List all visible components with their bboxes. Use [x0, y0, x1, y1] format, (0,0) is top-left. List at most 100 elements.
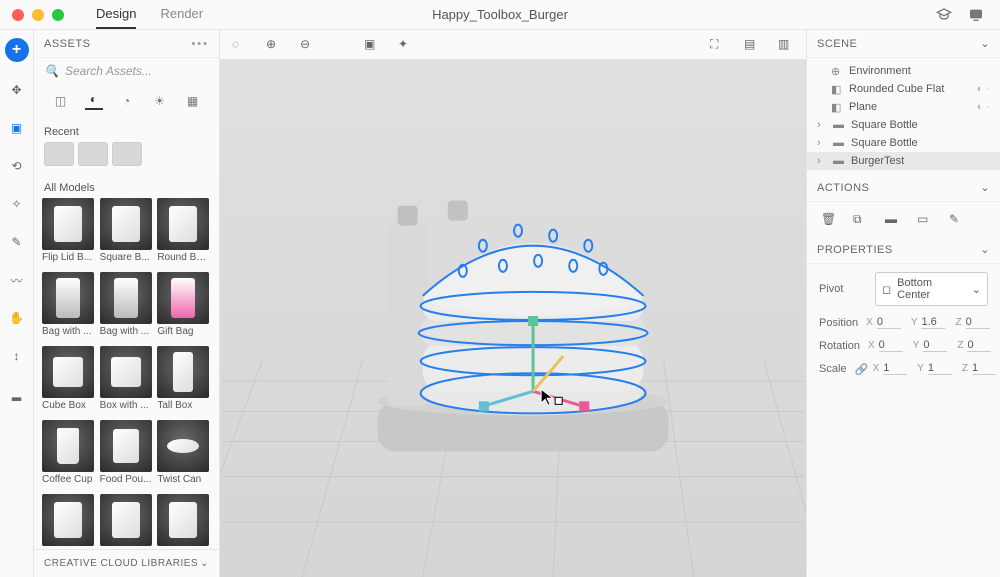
- globe-icon: ⊕: [831, 65, 843, 77]
- cube-icon: ◧: [831, 101, 843, 113]
- model-item[interactable]: Bag with ...: [100, 272, 154, 340]
- add-button[interactable]: +: [5, 38, 29, 62]
- hand-tool[interactable]: ✋: [7, 308, 27, 328]
- item-visibility-icon[interactable]: ◐ ·: [977, 101, 990, 113]
- viewport-toolbar: ◌ ⊕ ⊖ ▣ ✦ ⛶ ▤ ▥: [220, 30, 806, 60]
- remove-selection-icon[interactable]: ⊖: [300, 37, 316, 53]
- pivot-label: Pivot: [819, 283, 867, 295]
- assets-more-button[interactable]: •••: [191, 38, 209, 50]
- model-item[interactable]: Flip Lid B...: [42, 198, 96, 266]
- scene-item-square-bottle[interactable]: ›▬Square Bottle: [807, 116, 1000, 134]
- close-window-button[interactable]: [12, 9, 24, 21]
- learn-icon[interactable]: [936, 7, 952, 23]
- chevron-down-icon[interactable]: ⌄: [980, 37, 990, 50]
- effects-icon[interactable]: ✦: [398, 37, 414, 53]
- pivot-icon: ◻: [882, 283, 891, 296]
- camera-bookmark-icon[interactable]: ▤: [744, 37, 760, 53]
- scene-item-burgertest[interactable]: ›▬BurgerTest: [807, 152, 1000, 170]
- fullscreen-icon[interactable]: ⛶: [710, 37, 726, 53]
- scene-item-environment[interactable]: ⊕Environment: [807, 62, 1000, 80]
- document-title: Happy_Toolbox_Burger: [432, 7, 568, 22]
- lasso-tool[interactable]: 〰: [7, 270, 27, 290]
- model-item[interactable]: Twist Can: [157, 420, 211, 488]
- recent-thumb[interactable]: [112, 142, 142, 166]
- rotation-y-input[interactable]: 0: [923, 339, 947, 352]
- folder-icon: ▬: [833, 155, 845, 167]
- delete-icon[interactable]: 🗑: [821, 212, 835, 226]
- duplicate-icon[interactable]: ⧉: [853, 212, 867, 226]
- category-lights-icon[interactable]: ◔: [118, 92, 136, 110]
- model-item[interactable]: Tall Box: [157, 346, 211, 414]
- chevron-right-icon[interactable]: ›: [817, 137, 827, 149]
- render-settings-icon[interactable]: ▥: [778, 37, 794, 53]
- scene-item-square-bottle[interactable]: ›▬Square Bottle: [807, 134, 1000, 152]
- feedback-icon[interactable]: [968, 7, 984, 23]
- category-environments-icon[interactable]: ☀: [151, 92, 169, 110]
- assets-panel: ASSETS ••• 🔍 Search Assets... ◫ ◐ ◔ ☀ ▦ …: [34, 30, 220, 577]
- marquee-select-icon[interactable]: ◌: [232, 37, 248, 53]
- group-icon[interactable]: ▬: [885, 212, 899, 226]
- maximize-window-button[interactable]: [52, 9, 64, 21]
- pivot-select[interactable]: ◻ Bottom Center ⌄: [875, 272, 988, 306]
- model-item[interactable]: Square B...: [100, 198, 154, 266]
- add-selection-icon[interactable]: ⊕: [266, 37, 282, 53]
- chevron-right-icon[interactable]: ›: [817, 155, 827, 167]
- model-item[interactable]: Gift Bag: [157, 272, 211, 340]
- sample-icon[interactable]: ✎: [949, 212, 963, 226]
- scale-x-input[interactable]: 1: [883, 362, 907, 375]
- tab-render[interactable]: Render: [160, 0, 203, 29]
- eyedropper-tool[interactable]: ✎: [7, 232, 27, 252]
- right-panel: SCENE ⌄ ⊕Environment ◧Rounded Cube Flat◐…: [806, 30, 1000, 577]
- folder-icon: ▬: [833, 137, 845, 149]
- link-scale-icon[interactable]: 🔗: [855, 363, 865, 375]
- model-item[interactable]: Coffee Cup: [42, 420, 96, 488]
- scene-item-plane[interactable]: ◧Plane◐ ·: [807, 98, 1000, 116]
- magic-wand-tool[interactable]: ✧: [7, 194, 27, 214]
- position-z-input[interactable]: 0: [966, 316, 990, 329]
- assets-header-label: ASSETS: [44, 38, 90, 50]
- model-item[interactable]: Box with ...: [100, 346, 154, 414]
- chevron-down-icon[interactable]: ⌄: [980, 181, 990, 194]
- category-models-icon[interactable]: ◫: [52, 92, 70, 110]
- rotation-x-input[interactable]: 0: [879, 339, 903, 352]
- ground-tool[interactable]: ▂: [7, 384, 27, 404]
- recent-thumb[interactable]: [78, 142, 108, 166]
- scene-item-rounded-cube[interactable]: ◧Rounded Cube Flat◐ ·: [807, 80, 1000, 98]
- mode-tabs: Design Render: [96, 0, 203, 29]
- position-y-input[interactable]: 1.6: [921, 316, 945, 329]
- tab-design[interactable]: Design: [96, 0, 136, 29]
- assets-search[interactable]: 🔍 Search Assets...: [34, 58, 219, 84]
- cube-icon: ◧: [831, 83, 843, 95]
- chevron-down-icon[interactable]: ⌄: [980, 243, 990, 256]
- scale-z-input[interactable]: 1: [972, 362, 996, 375]
- 3d-viewport[interactable]: [220, 60, 806, 577]
- chevron-right-icon[interactable]: ›: [817, 119, 827, 131]
- model-item[interactable]: Food Pou...: [100, 420, 154, 488]
- category-materials-icon[interactable]: ◐: [85, 92, 103, 110]
- item-visibility-icon[interactable]: ◐ ·: [977, 83, 990, 95]
- orbit-tool[interactable]: ⟲: [7, 156, 27, 176]
- scale-y-input[interactable]: 1: [928, 362, 952, 375]
- model-item[interactable]: [42, 494, 96, 549]
- ungroup-icon[interactable]: ▭: [917, 212, 931, 226]
- model-item[interactable]: Bag with ...: [42, 272, 96, 340]
- chevron-down-icon: ⌄: [200, 558, 209, 569]
- model-item[interactable]: Round Bo...: [157, 198, 211, 266]
- model-item[interactable]: Cube Box: [42, 346, 96, 414]
- select-tool[interactable]: ▣: [7, 118, 27, 138]
- cc-libraries-header[interactable]: CREATIVE CLOUD LIBRARIES ⌄: [34, 549, 219, 577]
- position-x-input[interactable]: 0: [877, 316, 901, 329]
- category-images-icon[interactable]: ▦: [184, 92, 202, 110]
- model-item[interactable]: [100, 494, 154, 549]
- recent-thumb[interactable]: [44, 142, 74, 166]
- folder-icon: ▬: [833, 119, 845, 131]
- rotation-z-input[interactable]: 0: [967, 339, 991, 352]
- left-toolstrip: + ✥ ▣ ⟲ ✧ ✎ 〰 ✋ ↕ ▂: [0, 30, 34, 577]
- models-grid: Flip Lid B... Square B... Round Bo... Ba…: [34, 198, 219, 549]
- move-tool[interactable]: ✥: [7, 80, 27, 100]
- minimize-window-button[interactable]: [32, 9, 44, 21]
- snap-icon[interactable]: ▣: [364, 37, 380, 53]
- position-label: Position: [819, 317, 858, 329]
- vertical-tool[interactable]: ↕: [7, 346, 27, 366]
- model-item[interactable]: [157, 494, 211, 549]
